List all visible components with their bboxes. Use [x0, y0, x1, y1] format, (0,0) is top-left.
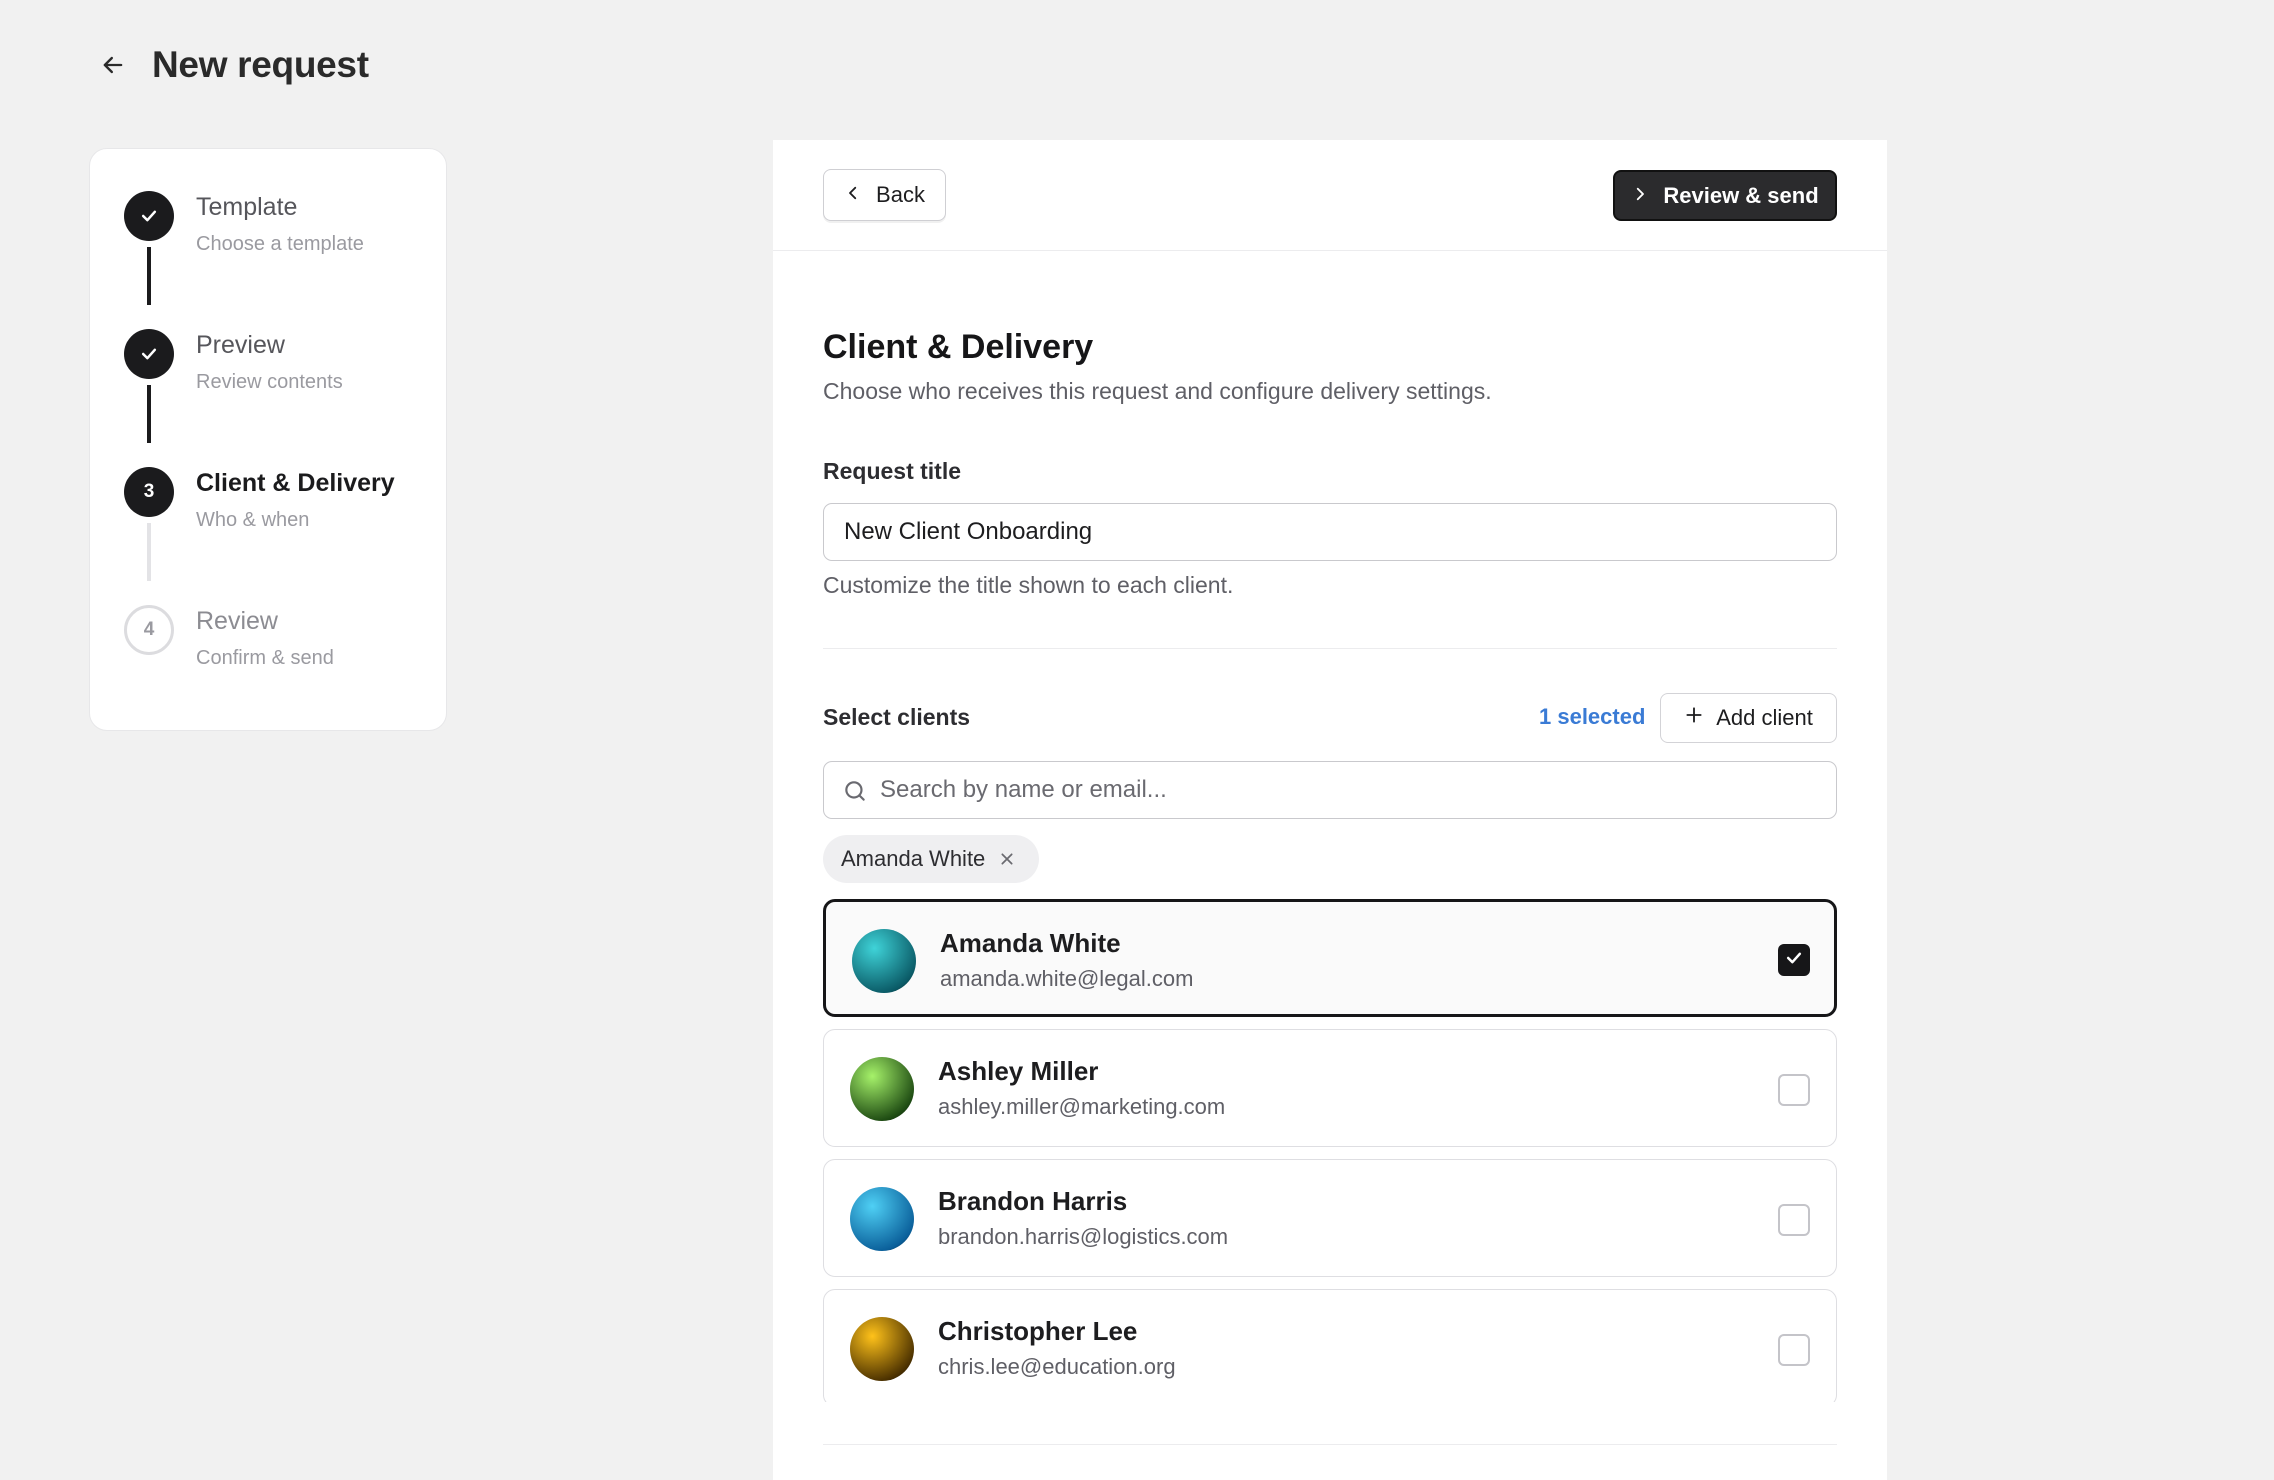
step-title: Client & Delivery: [196, 469, 395, 497]
review-send-label: Review & send: [1663, 182, 1819, 208]
divider: [823, 648, 1837, 649]
add-client-button[interactable]: Add client: [1660, 693, 1837, 743]
page-header: New request: [96, 44, 369, 86]
arrow-left-icon[interactable]: [96, 48, 130, 82]
client-checkbox[interactable]: [1778, 1204, 1810, 1236]
client-email: chris.lee@education.org: [938, 1354, 1176, 1379]
back-button[interactable]: Back: [823, 169, 946, 221]
select-clients-label: Select clients: [823, 704, 971, 730]
step-subtitle: Who & when: [196, 509, 310, 531]
client-checkbox[interactable]: [1778, 944, 1810, 976]
client-name: Amanda White: [940, 928, 1121, 958]
client-email: brandon.harris@logistics.com: [938, 1224, 1229, 1249]
add-client-label: Add client: [1716, 705, 1813, 730]
step-number: 3: [124, 467, 174, 517]
client-name: Brandon Harris: [938, 1186, 1128, 1216]
divider: [823, 1444, 1837, 1445]
avatar: [852, 929, 916, 993]
search-icon: [842, 778, 868, 804]
review-send-button[interactable]: Review & send: [1613, 170, 1837, 221]
client-checkbox[interactable]: [1778, 1074, 1810, 1106]
chip-label: Amanda White: [841, 846, 986, 871]
avatar: [850, 1317, 914, 1381]
client-checkbox[interactable]: [1778, 1334, 1810, 1366]
stepper: Template Choose a template Preview Revie…: [89, 148, 447, 731]
request-title-helper: Customize the title shown to each client…: [823, 572, 1234, 598]
step-title: Preview: [196, 331, 285, 359]
client-name: Christopher Lee: [938, 1316, 1138, 1346]
step-title: Template: [196, 193, 298, 221]
client-search[interactable]: [823, 761, 1837, 819]
step-subtitle: Choose a template: [196, 233, 364, 255]
page-title: New request: [152, 44, 369, 85]
request-title-label: Request title: [823, 458, 962, 484]
client-name: Ashley Miller: [938, 1056, 1099, 1086]
client-email: amanda.white@legal.com: [940, 966, 1194, 991]
selected-client-chip: Amanda White: [823, 835, 1039, 883]
client-email: ashley.miller@marketing.com: [938, 1094, 1226, 1119]
check-icon: [124, 191, 174, 241]
toolbar: Back Review & send: [773, 140, 1887, 251]
section-description: Choose who receives this request and con…: [823, 378, 1492, 404]
chevron-left-icon: [844, 182, 862, 208]
main-card: Back Review & send Client & Delivery Cho…: [773, 140, 1887, 1480]
section-title: Client & Delivery: [823, 328, 1094, 366]
step-number: 4: [124, 605, 174, 655]
step-connector: [147, 385, 151, 443]
step-connector: [147, 247, 151, 305]
avatar: [850, 1187, 914, 1251]
close-icon[interactable]: [999, 851, 1015, 867]
chevron-right-icon: [1631, 183, 1649, 209]
client-row[interactable]: Ashley Miller ashley.miller@marketing.co…: [823, 1029, 1837, 1147]
step-subtitle: Confirm & send: [196, 647, 334, 669]
step-title: Review: [196, 607, 278, 635]
client-row[interactable]: Brandon Harris brandon.harris@logistics.…: [823, 1159, 1837, 1277]
request-title-input[interactable]: [823, 503, 1837, 561]
back-button-label: Back: [876, 182, 925, 207]
step-subtitle: Review contents: [196, 371, 343, 393]
check-icon: [124, 329, 174, 379]
avatar: [850, 1057, 914, 1121]
selected-count[interactable]: 1 selected: [1539, 704, 1645, 730]
step-connector: [147, 523, 151, 581]
client-row[interactable]: Amanda White amanda.white@legal.com: [823, 899, 1837, 1017]
plus-icon: [1684, 705, 1704, 731]
search-input[interactable]: [880, 762, 1820, 818]
check-icon: [1784, 948, 1804, 973]
client-row[interactable]: Christopher Lee chris.lee@education.org: [823, 1289, 1837, 1402]
client-list: Amanda White amanda.white@legal.com Ashl…: [823, 899, 1837, 1402]
